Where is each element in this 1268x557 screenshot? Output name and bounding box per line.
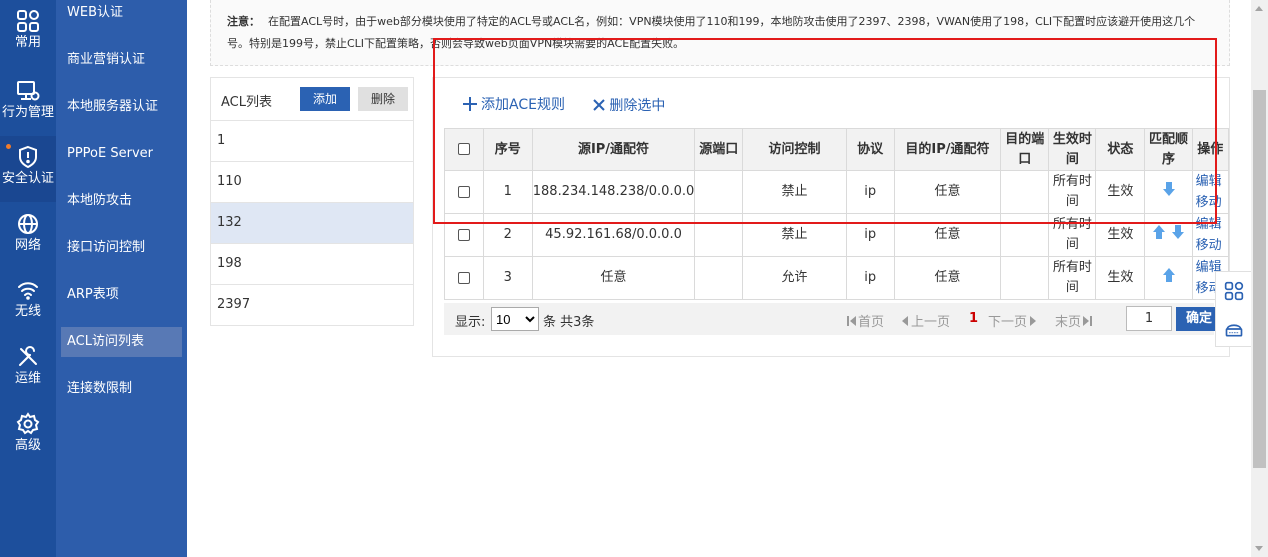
gear-icon — [16, 412, 40, 435]
notice-label: 注意： — [227, 15, 260, 28]
first-page-icon — [847, 315, 856, 326]
rail-label: 常用 — [14, 35, 41, 50]
scroll-up-arrow[interactable] — [1255, 6, 1263, 11]
float-device-button[interactable] — [1216, 310, 1251, 348]
rail-item-advanced[interactable]: 高级 — [0, 403, 56, 469]
float-grid-button[interactable] — [1216, 272, 1251, 310]
router-icon — [1225, 324, 1242, 337]
row-time: 所有时间 — [1048, 256, 1097, 300]
tools-icon — [19, 346, 37, 366]
rail-item-common[interactable]: 常用 — [0, 0, 56, 66]
move-link[interactable]: 移动 — [1193, 235, 1227, 256]
grid-icon — [17, 10, 39, 32]
acl-list-item[interactable]: 198 — [210, 244, 414, 285]
current-page: 1 — [969, 311, 979, 326]
page-size-label: 显示: — [455, 315, 486, 330]
row-dst-port — [1000, 256, 1050, 300]
submenu-item-interface-access[interactable]: 接口访问控制 — [61, 233, 182, 263]
acl-list-item[interactable]: 1 — [210, 121, 414, 162]
submenu-item-marketing-auth[interactable]: 商业营销认证 — [61, 45, 182, 75]
row-access: 允许 — [742, 256, 847, 300]
wifi-icon — [18, 282, 38, 300]
row-status: 生效 — [1095, 256, 1146, 300]
prev-page-icon — [902, 315, 908, 326]
move-up-icon[interactable] — [1152, 224, 1166, 240]
first-page-label: 首页 — [858, 315, 885, 330]
rail-item-maintenance[interactable]: 运维 — [0, 336, 56, 402]
rail-label: 运维 — [14, 371, 41, 386]
rail-item-network[interactable]: 网络 — [0, 203, 56, 269]
row-order — [1144, 256, 1193, 300]
submenu-item-web-auth[interactable]: WEB认证 — [61, 0, 182, 28]
last-page-label: 末页 — [1055, 315, 1082, 330]
row-src: 任意 — [531, 256, 696, 300]
last-page-button[interactable]: 末页 — [1055, 311, 1093, 330]
acl-list-title: ACL列表 — [221, 95, 272, 110]
rail-label: 安全认证 — [1, 171, 54, 186]
scroll-down-arrow[interactable] — [1255, 546, 1263, 551]
next-page-button[interactable]: 下一页 — [988, 311, 1039, 330]
submenu-item-pppoe-server[interactable]: PPPoE Server — [61, 139, 182, 169]
row-seq: 3 — [482, 256, 533, 300]
move-up-icon[interactable] — [1162, 267, 1176, 283]
goto-page-input[interactable]: 1 — [1126, 306, 1172, 331]
page-size-select[interactable]: 10 — [491, 307, 539, 331]
acl-list-item[interactable]: 2397 — [210, 285, 414, 326]
rail-label: 行为管理 — [1, 105, 54, 120]
rail-label: 无线 — [14, 304, 41, 319]
acl-list-panel: ACL列表 添加 删除 1 110 132 198 2397 — [210, 77, 414, 327]
add-acl-button[interactable]: 添加 — [300, 87, 350, 111]
rail-item-behavior[interactable]: 行为管理 — [0, 70, 56, 136]
rail-item-wireless[interactable]: 无线 — [0, 269, 56, 335]
next-page-icon — [1030, 315, 1037, 326]
prev-page-button[interactable]: 上一页 — [899, 311, 950, 330]
rail-label: 高级 — [14, 438, 41, 453]
submenu-item-acl-list[interactable]: ACL访问列表 — [61, 327, 182, 357]
table-row: 3 任意 允许 ip 任意 所有时间 生效 编辑 移动 — [444, 256, 1230, 300]
move-down-icon[interactable] — [1171, 224, 1185, 240]
acl-list-item[interactable]: 110 — [210, 162, 414, 203]
scrollbar-thumb[interactable] — [1253, 90, 1266, 468]
globe-icon — [18, 214, 38, 234]
submenu-item-conn-limit[interactable]: 连接数限制 — [61, 374, 182, 404]
vertical-scrollbar[interactable] — [1251, 0, 1268, 557]
last-page-icon — [1083, 315, 1093, 326]
highlight-box — [433, 38, 1217, 224]
prev-page-label: 上一页 — [911, 315, 951, 330]
submenu-item-local-server-auth[interactable]: 本地服务器认证 — [61, 92, 182, 122]
floating-toolbar — [1215, 271, 1251, 347]
main-content: 注意： 在配置ACL号时，由于web部分模块使用了特定的ACL号或ACL名，例如：… — [187, 0, 1251, 557]
row-checkbox[interactable] — [457, 228, 470, 241]
submenu-item-local-defense[interactable]: 本地防攻击 — [61, 186, 182, 216]
rail-label: 网络 — [14, 238, 41, 253]
total-count: 条 共3条 — [543, 315, 595, 330]
submenu-item-arp[interactable]: ARP表项 — [61, 280, 182, 310]
icon-rail: 常用 行为管理 安全认证 网络 无线 运维 高级 — [0, 0, 56, 557]
acl-list-header: ACL列表 添加 删除 — [210, 77, 414, 121]
rail-item-security[interactable]: 安全认证 — [0, 136, 56, 202]
pagination-bar: 显示: 10 条 共3条 首页 上一页 1 下一页 末页 1 确定 — [444, 303, 1222, 335]
row-src-port — [694, 256, 744, 300]
submenu: WEB认证 商业营销认证 本地服务器认证 PPPoE Server 本地防攻击 … — [56, 0, 187, 557]
first-page-button[interactable]: 首页 — [846, 311, 884, 330]
row-proto: ip — [845, 256, 895, 300]
next-page-label: 下一页 — [988, 315, 1028, 330]
monitor-icon — [17, 81, 40, 101]
row-dst: 任意 — [893, 256, 1002, 300]
acl-list-item-selected[interactable]: 132 — [210, 203, 414, 244]
shield-icon — [19, 145, 37, 169]
grid-icon — [1224, 281, 1243, 301]
delete-acl-button[interactable]: 删除 — [358, 87, 408, 111]
row-checkbox[interactable] — [457, 271, 470, 284]
active-dot — [6, 144, 11, 149]
